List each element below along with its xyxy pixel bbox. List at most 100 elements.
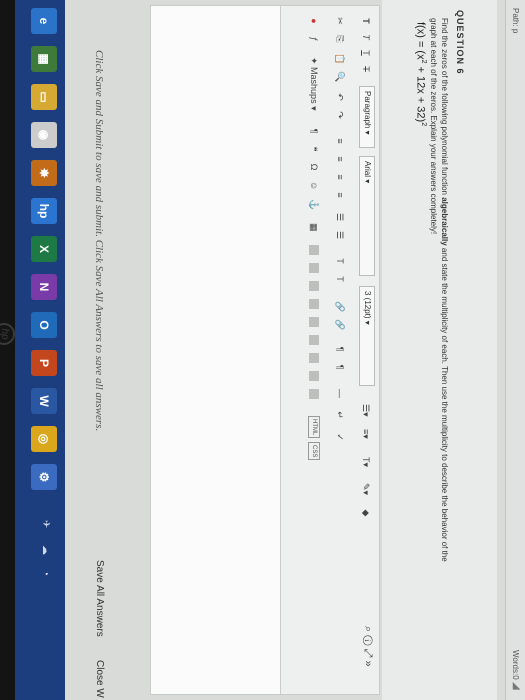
checkmark-icon[interactable]: ✓ <box>333 430 349 444</box>
save-all-answers-button[interactable]: Save All Answers <box>94 560 105 637</box>
subscript-icon[interactable]: T <box>333 272 349 286</box>
screen: Path: p Words:0 ◢ QUESTION 6 Find the ze… <box>15 0 525 700</box>
split-cell-icon[interactable] <box>307 368 323 384</box>
toolbar-row-3: ● ƒ ✦ Mashups ▾ ¶ ❝ Ω ☺ ⚓ ▦ HTML CSS <box>301 6 323 696</box>
insert-row-icon[interactable] <box>307 296 323 312</box>
table-icon[interactable]: ▦ <box>307 220 323 235</box>
question-title: QUESTION 6 <box>455 10 465 75</box>
polynomial-formula: f(x) = (x2 + 12x + 32)2 <box>414 22 427 126</box>
paragraph-mark-icon[interactable]: ¶ <box>307 124 323 138</box>
delete-row-icon[interactable] <box>307 314 323 330</box>
question-text-bold: algebraically <box>440 197 449 246</box>
special-char-icon[interactable]: Ω <box>307 160 323 174</box>
css-chip[interactable]: CSS <box>308 442 320 461</box>
delete-col-icon[interactable] <box>307 350 323 366</box>
link-icon[interactable]: 🔗 <box>333 298 349 315</box>
size-select-value: 3 (12pt) <box>363 291 372 319</box>
font-select[interactable]: Arial ▾ <box>359 156 375 276</box>
insert-col-icon[interactable] <box>307 332 323 348</box>
taskbar: e ▦ ▭ ◉ ✸ hp X N O P W ◎ ⚙ ✈ ☁ ◔ <box>15 0 65 700</box>
question-text-part1: Find the zeros of the following polynomi… <box>440 18 449 198</box>
taskbar-app-icon[interactable]: ✸ <box>31 160 57 186</box>
find-icon[interactable]: 🔍 <box>333 68 349 85</box>
taskbar-edge-icon[interactable]: e <box>31 8 57 34</box>
italic-button[interactable]: T <box>359 30 375 44</box>
taskbar-settings-icon[interactable]: ⚙ <box>31 464 57 490</box>
undo-icon[interactable]: ↶ <box>333 90 349 104</box>
eraser-icon[interactable]: ◆ <box>359 506 375 520</box>
paste-icon[interactable]: 📋 <box>333 50 349 67</box>
strikethrough-button[interactable]: T <box>359 62 375 76</box>
status-bar: Path: p Words:0 ◢ <box>505 0 525 700</box>
indent-icon[interactable]: ☰ <box>333 210 349 224</box>
size-select[interactable]: 3 (12pt) ▾ <box>359 286 375 386</box>
quote-icon[interactable]: ❝ <box>307 142 323 156</box>
cell-props-icon[interactable] <box>307 278 323 294</box>
spellcheck-icon[interactable]: ⌕ <box>362 626 374 632</box>
fullscreen-icon[interactable]: ⤢ <box>362 649 374 658</box>
emoticon-icon[interactable]: ☺ <box>307 178 323 193</box>
answer-editor[interactable] <box>150 5 280 695</box>
html-chip[interactable]: HTML <box>308 416 320 439</box>
row-props-icon[interactable] <box>307 260 323 276</box>
mashups-label: Mashups <box>309 67 319 104</box>
copy-icon[interactable]: ⎘ <box>333 32 349 46</box>
taskbar-chrome-icon[interactable]: ◎ <box>31 426 57 452</box>
bold-button[interactable]: T <box>359 14 375 28</box>
toolbar-row-2: ✂ ⎘ 📋 🔍 ↶ ↷ ≡ ≡ ≡ ≡ ☰ ☰ T T 🔗 🔗 ¶ ¶ — ↵ <box>327 6 349 696</box>
info-icon[interactable]: ⓘ <box>362 635 374 645</box>
taskbar-excel-icon[interactable]: X <box>31 236 57 262</box>
horizontal-rule-icon[interactable]: — <box>333 386 349 401</box>
anchor-icon[interactable]: ⚓ <box>307 196 323 213</box>
close-window-button[interactable]: Close W <box>94 660 105 698</box>
submit-instructions: Click Save and Submit to save and submit… <box>93 50 105 432</box>
superscript-icon[interactable]: T <box>333 254 349 268</box>
taskbar-hp-icon[interactable]: hp <box>31 198 57 224</box>
align-right-icon[interactable]: ≡ <box>333 170 349 184</box>
table-props-icon[interactable] <box>307 242 323 258</box>
bullet-list-icon[interactable]: ☰▾ <box>359 401 375 420</box>
cut-icon[interactable]: ✂ <box>333 14 349 28</box>
taskbar-files-icon[interactable]: ▭ <box>31 84 57 110</box>
taskbar-powerpoint-icon[interactable]: P <box>31 350 57 376</box>
formula-icon[interactable]: ƒ <box>307 32 323 46</box>
tray-wifi-icon[interactable]: ◔ <box>40 570 51 576</box>
redo-icon[interactable]: ↷ <box>333 108 349 122</box>
paragraph-select[interactable]: Paragraph ▾ <box>359 86 375 148</box>
rotated-screen-photo: Path: p Words:0 ◢ QUESTION 6 Find the ze… <box>0 0 525 700</box>
formula-left: f(x) = (x <box>414 22 427 60</box>
resize-handle-icon[interactable]: ◢ <box>511 682 522 690</box>
editor-toolbar: T T T T Paragraph ▾ Arial ▾ 3 (12pt) ▾ ☰… <box>280 5 380 695</box>
line-break-icon[interactable]: ↵ <box>333 408 349 422</box>
question-text: Find the zeros of the following polynomi… <box>428 18 450 578</box>
record-icon[interactable]: ● <box>307 14 323 28</box>
taskbar-photos-icon[interactable]: ◉ <box>31 122 57 148</box>
path-label: Path: p <box>511 8 520 34</box>
taskbar-outlook-icon[interactable]: O <box>31 312 57 338</box>
tray-network-icon[interactable]: ✈ <box>40 520 51 528</box>
unlink-icon[interactable]: 🔗 <box>333 316 349 333</box>
text-color-icon[interactable]: T▾ <box>359 454 375 470</box>
outdent-icon[interactable]: ☰ <box>333 228 349 242</box>
underline-button[interactable]: T <box>359 46 375 60</box>
taskbar-onenote-icon[interactable]: N <box>31 274 57 300</box>
align-left-icon[interactable]: ≡ <box>333 134 349 148</box>
taskbar-word-icon[interactable]: W <box>31 388 57 414</box>
formula-mid: + 12x + 32) <box>414 63 427 123</box>
formula-exp2: 2 <box>420 122 427 127</box>
mashups-menu[interactable]: ✦ Mashups ▾ <box>307 54 323 114</box>
word-count: Words:0 <box>511 650 520 680</box>
tray-cloud-icon[interactable]: ☁ <box>40 545 51 555</box>
justify-icon[interactable]: ≡ <box>333 188 349 202</box>
hp-logo: hp <box>0 323 15 345</box>
rtl-icon[interactable]: ¶ <box>333 360 349 374</box>
numbered-list-icon[interactable]: ≡▾ <box>359 426 375 442</box>
collapse-icon[interactable]: » <box>362 660 374 666</box>
merge-cell-icon[interactable] <box>307 386 323 402</box>
paragraph-select-value: Paragraph <box>363 91 372 129</box>
font-select-value: Arial <box>363 161 372 178</box>
taskbar-store-icon[interactable]: ▦ <box>31 46 57 72</box>
ltr-icon[interactable]: ¶ <box>333 342 349 356</box>
highlight-icon[interactable]: ✎▾ <box>359 480 375 498</box>
align-center-icon[interactable]: ≡ <box>333 152 349 166</box>
